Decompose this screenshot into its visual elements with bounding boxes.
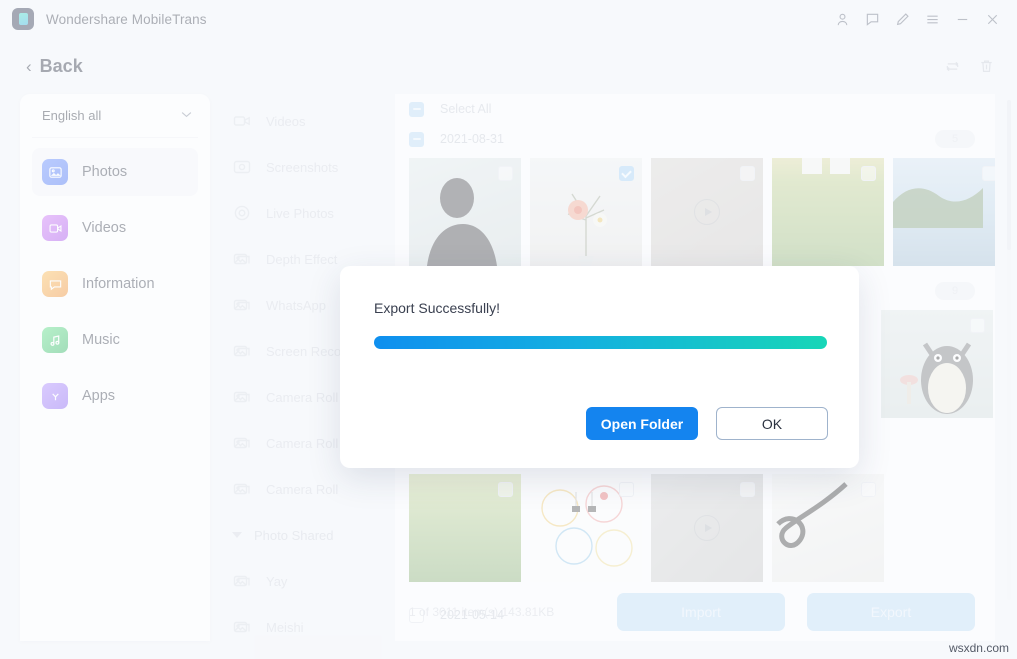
app-window: Wondershare MobileTrans xyxy=(0,0,1017,659)
watermark: wsxdn.com xyxy=(949,641,1009,655)
dialog-title: Export Successfully! xyxy=(374,300,826,316)
open-folder-button[interactable]: Open Folder xyxy=(586,407,698,440)
export-success-dialog: Export Successfully! Open Folder OK xyxy=(340,266,859,468)
dialog-actions: Open Folder OK xyxy=(586,407,828,440)
ok-button[interactable]: OK xyxy=(716,407,828,440)
export-progress-bar xyxy=(374,336,827,349)
